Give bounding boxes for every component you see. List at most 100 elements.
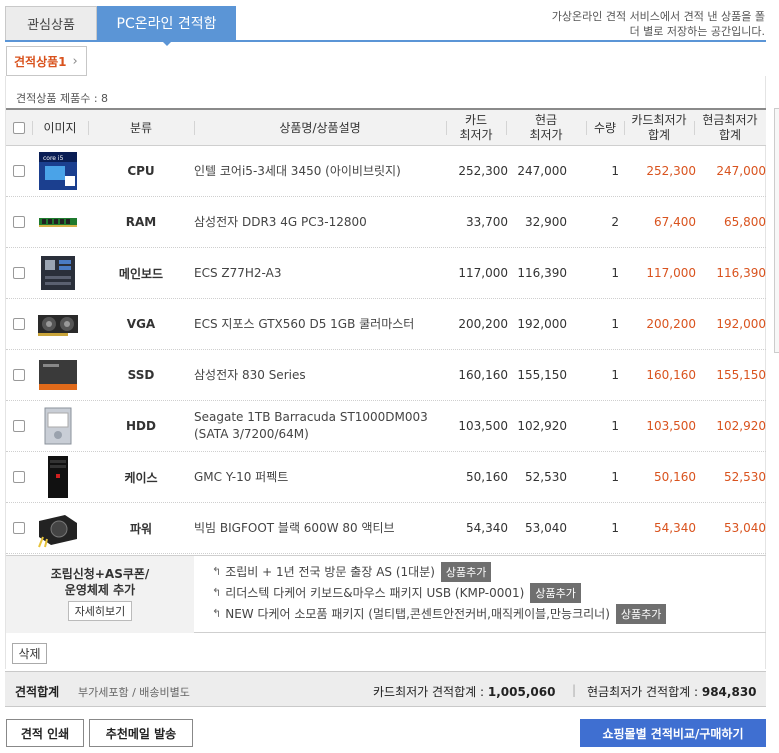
table-header: 이미지 분류 상품명/상품설명 카드 최저가 현금 최저가 수량 카드최저가 합…: [6, 108, 766, 146]
row-card-total: 103,500: [646, 419, 696, 433]
row-product-name[interactable]: ECS 지포스 GTX560 D5 1GB 쿨러마스터: [194, 299, 444, 349]
row-cash-price: 52,530: [525, 470, 567, 484]
delete-button[interactable]: 삭제: [12, 643, 47, 664]
row-product-name[interactable]: 삼성전자 830 Series: [194, 350, 444, 400]
cash-total-value: 984,830: [701, 685, 757, 699]
row-product-name[interactable]: 삼성전자 DDR3 4G PC3-12800: [194, 197, 444, 247]
row-checkbox[interactable]: [13, 318, 25, 330]
graphics-card-image[interactable]: [34, 303, 82, 345]
row-checkbox[interactable]: [13, 471, 25, 483]
add-product-button[interactable]: 상품추가: [440, 561, 492, 582]
row-card-total: 67,400: [654, 215, 696, 229]
services-title-line2: 운영체제 추가: [64, 583, 136, 597]
table-row: core i5 CPU 인텔 코어i5-3세대 3450 (아이비브릿지) 25…: [6, 146, 766, 197]
row-checkbox-cell: [13, 197, 29, 247]
row-card-price: 252,300: [458, 164, 508, 178]
motherboard-image[interactable]: [34, 252, 82, 294]
send-mail-button[interactable]: 추천메일 발송: [89, 719, 193, 747]
row-product-name[interactable]: ECS Z77H2-A3: [194, 248, 444, 298]
row-checkbox-cell: [13, 248, 29, 298]
row-checkbox[interactable]: [13, 216, 25, 228]
row-checkbox[interactable]: [13, 522, 25, 534]
row-quantity: 1: [611, 164, 619, 178]
service-item: ↰ 조립비 + 1년 전국 방문 출장 AS (1대분) 상품추가: [212, 561, 666, 582]
row-card-price: 33,700: [466, 215, 508, 229]
details-button[interactable]: 자세히보기: [67, 601, 133, 621]
tab-bar: 관심상품 PC온라인 견적함: [5, 6, 236, 46]
row-cash-price: 32,900: [525, 215, 567, 229]
product-image-cell: [34, 299, 88, 349]
header-card-total: 카드최저가 합계: [624, 110, 694, 146]
product-image-cell: [34, 350, 88, 400]
card-total-value: 1,005,060: [487, 685, 556, 699]
row-product-name[interactable]: Seagate 1TB Barracuda ST1000DM003 (SATA …: [194, 401, 444, 451]
tab-pc-online-quotes[interactable]: PC온라인 견적함: [97, 6, 236, 46]
table-row: SSD 삼성전자 830 Series 160,160 155,150 1 16…: [6, 350, 766, 401]
product-image-cell: core i5: [34, 146, 88, 196]
cpu-box-image[interactable]: core i5: [34, 150, 82, 192]
row-cash-total: 247,000: [716, 164, 766, 178]
row-category: VGA: [126, 317, 156, 331]
row-category: CPU: [127, 164, 155, 178]
return-arrow-icon: ↰: [212, 607, 222, 620]
table-row: VGA ECS 지포스 GTX560 D5 1GB 쿨러마스터 200,200 …: [6, 299, 766, 350]
row-checkbox[interactable]: [13, 369, 25, 381]
return-arrow-icon: ↰: [212, 565, 222, 578]
add-product-button[interactable]: 상품추가: [530, 582, 581, 603]
row-checkbox-cell: [13, 503, 29, 553]
tab-favorites[interactable]: 관심상품: [5, 6, 97, 40]
row-checkbox-cell: [13, 146, 29, 196]
row-checkbox[interactable]: [13, 267, 25, 279]
row-card-price: 103,500: [458, 419, 508, 433]
row-cash-price: 247,000: [517, 164, 567, 178]
table-row: 케이스 GMC Y-10 퍼펙트 50,160 52,530 1 50,160 …: [6, 452, 766, 503]
folder-tab-label: 견적상품1: [14, 54, 67, 69]
select-all-checkbox[interactable]: [13, 122, 25, 134]
row-card-price: 54,340: [466, 521, 508, 535]
ram-stick-image[interactable]: [34, 201, 82, 243]
row-product-name[interactable]: 빅빔 BIGFOOT 블랙 600W 80 액티브: [194, 503, 444, 553]
total-bar: 견적합계 부가세포함 / 배송비별도 카드최저가 견적합계 : 1,005,06…: [5, 671, 766, 707]
service-item-text: 리더스텍 다케어 키보드&마우스 패키지 USB (KMP-0001): [225, 586, 525, 600]
compare-buy-button[interactable]: 쇼핑몰별 견적비교/구매하기: [580, 719, 766, 747]
row-checkbox-cell: [13, 401, 29, 451]
return-arrow-icon: ↰: [212, 586, 222, 599]
folder-tab[interactable]: 견적상품1 ›: [6, 46, 87, 76]
row-quantity: 1: [611, 521, 619, 535]
product-image-cell: [34, 197, 88, 247]
row-product-name[interactable]: GMC Y-10 퍼펙트: [194, 452, 444, 502]
row-card-price: 160,160: [458, 368, 508, 382]
tab-underline: [5, 40, 766, 42]
card-total-label: 카드최저가 견적합계 :: [373, 685, 488, 699]
product-image-cell: [34, 503, 88, 553]
row-checkbox-cell: [13, 452, 29, 502]
row-cash-price: 192,000: [517, 317, 567, 331]
table-row: 메인보드 ECS Z77H2-A3 117,000 116,390 1 117,…: [6, 248, 766, 299]
product-image-cell: [34, 452, 88, 502]
row-checkbox[interactable]: [13, 420, 25, 432]
header-card-price: 카드 최저가: [446, 110, 506, 146]
cash-total-label: 현금최저가 견적합계 :: [587, 685, 702, 699]
product-image-cell: [34, 248, 88, 298]
row-product-name[interactable]: 인텔 코어i5-3세대 3450 (아이비브릿지): [194, 146, 444, 196]
ssd-image[interactable]: [34, 354, 82, 396]
add-product-button[interactable]: 상품추가: [615, 603, 667, 624]
row-cash-total: 116,390: [716, 266, 766, 280]
row-card-total: 117,000: [646, 266, 696, 280]
chevron-right-icon: ›: [72, 53, 78, 69]
service-item: ↰ 리더스텍 다케어 키보드&마우스 패키지 USB (KMP-0001) 상품…: [212, 582, 666, 603]
row-card-price: 50,160: [466, 470, 508, 484]
row-cash-total: 65,800: [724, 215, 766, 229]
hard-drive-image[interactable]: [34, 405, 82, 447]
row-cash-price: 116,390: [517, 266, 567, 280]
vertical-scrollbar[interactable]: [774, 108, 779, 353]
row-cash-total: 52,530: [724, 470, 766, 484]
services-title-box: 조립신청+AS쿠폰/ 운영체제 추가 자세히보기: [6, 556, 194, 633]
header-cash-price: 현금 최저가: [506, 110, 586, 146]
row-cash-price: 102,920: [517, 419, 567, 433]
total-label: 견적합계: [15, 685, 60, 699]
row-checkbox[interactable]: [13, 165, 25, 177]
pc-case-image[interactable]: [34, 456, 82, 498]
power-supply-image[interactable]: [34, 507, 82, 549]
print-quote-button[interactable]: 견적 인쇄: [6, 719, 84, 747]
